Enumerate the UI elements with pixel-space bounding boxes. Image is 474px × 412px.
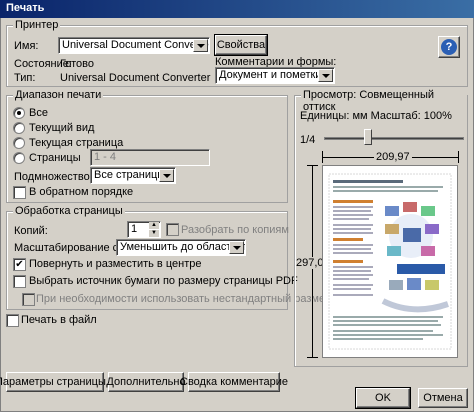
- radio-current-page[interactable]: [13, 137, 25, 149]
- paper-source-checkbox[interactable]: [13, 275, 26, 288]
- chevron-down-icon[interactable]: [229, 241, 244, 254]
- scaling-value: Уменьшить до области печат: [120, 241, 245, 253]
- radio-pages[interactable]: [13, 152, 25, 164]
- comments-value: Документ и пометки: [219, 69, 322, 81]
- properties-button-label: Свойства: [216, 39, 266, 51]
- print-range-legend: Диапазон печати: [13, 89, 104, 101]
- page-preview-thumbnail: [328, 173, 452, 350]
- page-setup-button[interactable]: Параметры страницы...: [0, 372, 115, 392]
- advanced-button[interactable]: Дополнительно: [106, 372, 186, 392]
- page-setup-button-label: Параметры страницы...: [0, 376, 116, 388]
- reverse-label: В обратном порядке: [29, 186, 134, 198]
- pages-input[interactable]: 1 - 4: [90, 149, 210, 166]
- type-value: Universal Document Converter: [60, 72, 211, 84]
- autorotate-checkbox[interactable]: ✔: [13, 258, 26, 271]
- subset-value: Все страницы: [94, 169, 166, 181]
- subset-select[interactable]: Все страницы: [90, 167, 176, 184]
- collate-checkbox[interactable]: [166, 223, 179, 236]
- copies-label: Копий:: [14, 225, 48, 237]
- title-bar[interactable]: Печать: [0, 0, 474, 18]
- radio-all[interactable]: [13, 107, 25, 119]
- radio-current-view[interactable]: [13, 122, 25, 134]
- radio-current-page-label: Текущая страница: [29, 137, 124, 149]
- printer-legend: Принтер: [13, 19, 61, 31]
- help-button[interactable]: ?: [438, 36, 460, 58]
- units-scale-label: Единицы: мм Масштаб: 100%: [300, 110, 452, 122]
- pages-input-value: 1 - 4: [94, 151, 117, 163]
- custom-paper-checkbox[interactable]: [22, 293, 35, 306]
- summarize-comments-button[interactable]: Сводка комментарие: [180, 372, 288, 392]
- properties-button[interactable]: Свойства: [214, 34, 268, 56]
- summarize-comments-button-label: Сводка комментарие: [180, 376, 288, 388]
- autorotate-label: Повернуть и разместить в центре: [29, 258, 202, 270]
- chevron-down-icon[interactable]: [159, 169, 174, 182]
- collate-label: Разобрать по копиям: [181, 224, 289, 236]
- printer-name-select[interactable]: Universal Document Converter: [58, 37, 210, 54]
- print-to-file-label: Печать в файл: [21, 314, 97, 326]
- page-preview: [322, 165, 458, 358]
- reverse-checkbox[interactable]: [13, 186, 26, 199]
- window-title: Печать: [6, 2, 45, 14]
- page-handling-legend: Обработка страницы: [13, 205, 125, 217]
- print-to-file-checkbox[interactable]: [6, 314, 19, 327]
- printer-name-label: Имя:: [14, 40, 39, 52]
- ok-button-label: OK: [375, 392, 391, 404]
- width-dimension-tick-left: [322, 151, 323, 163]
- page-slider-thumb[interactable]: [364, 129, 372, 145]
- help-icon: ?: [441, 39, 457, 55]
- ok-button[interactable]: OK: [355, 387, 411, 409]
- chevron-down-icon[interactable]: [318, 69, 333, 82]
- printer-name-value: Universal Document Converter: [62, 39, 210, 51]
- copies-input[interactable]: 1 ▲ ▼: [127, 221, 161, 238]
- width-dimension-label: 209,97: [374, 151, 412, 163]
- width-dimension-tick-right: [458, 151, 459, 163]
- status-value: Готово: [60, 58, 94, 70]
- spin-down-icon[interactable]: ▼: [149, 230, 159, 237]
- subset-label: Подмножество:: [14, 171, 93, 183]
- advanced-button-label: Дополнительно: [106, 376, 186, 388]
- scaling-select[interactable]: Уменьшить до области печат: [116, 239, 246, 256]
- page-indicator: 1/4: [300, 134, 316, 146]
- height-dimension-tick-bottom: [307, 357, 318, 358]
- cancel-button-label: Отмена: [423, 392, 463, 404]
- cancel-button[interactable]: Отмена: [418, 388, 468, 408]
- chevron-down-icon[interactable]: [193, 39, 208, 52]
- radio-pages-label: Страницы: [29, 152, 81, 164]
- paper-source-label: Выбрать источник бумаги по размеру стран…: [29, 275, 298, 287]
- radio-all-label: Все: [29, 107, 48, 119]
- type-label: Тип:: [14, 72, 36, 84]
- page-slider-track[interactable]: [324, 137, 464, 140]
- spin-up-icon[interactable]: ▲: [149, 222, 159, 229]
- height-dimension-tick-top: [307, 165, 318, 166]
- comments-select[interactable]: Документ и пометки: [215, 67, 335, 84]
- radio-current-view-label: Текущий вид: [29, 122, 95, 134]
- copies-value: 1: [131, 223, 138, 235]
- checkmark-icon: ✔: [15, 259, 24, 270]
